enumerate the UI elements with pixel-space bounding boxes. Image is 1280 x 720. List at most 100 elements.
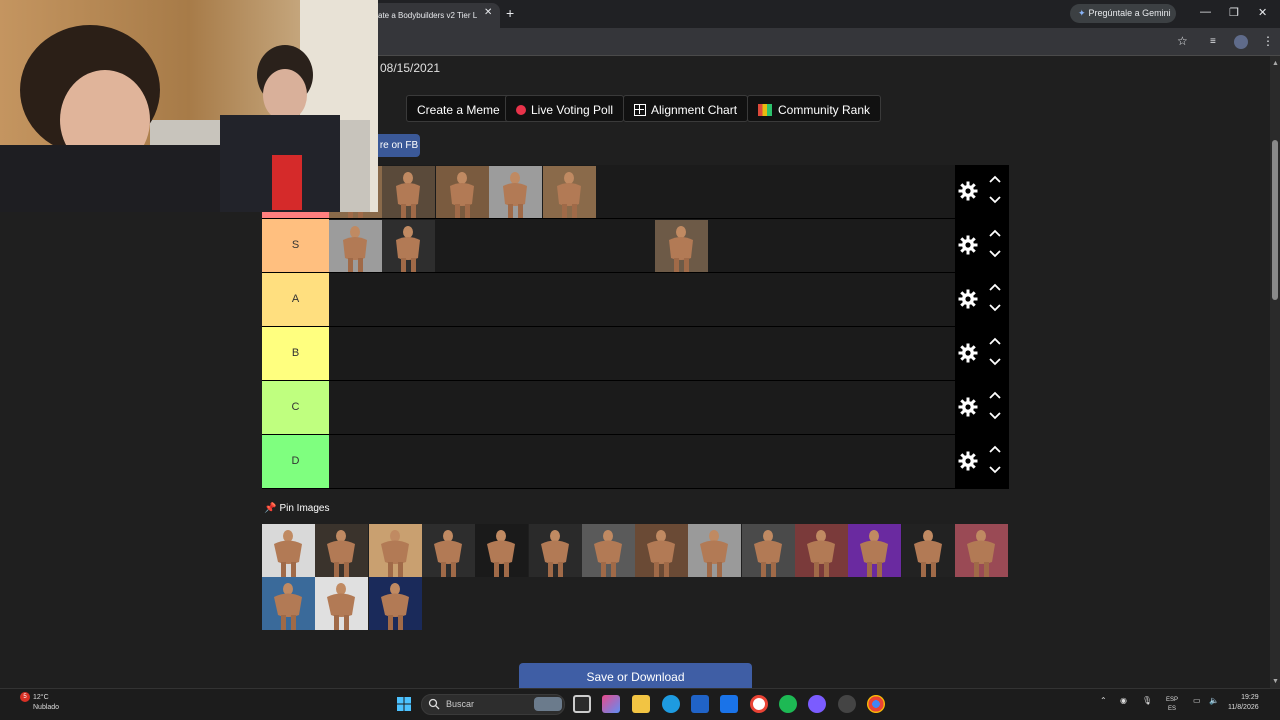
star-icon[interactable]: ☆ [1177, 34, 1188, 48]
widget-image-icon[interactable] [534, 697, 562, 711]
save-download-button[interactable]: Save or Download [519, 663, 752, 688]
task-view-icon[interactable] [573, 695, 591, 713]
tab-close-icon[interactable]: ✕ [484, 7, 492, 18]
mic-icon[interactable]: 🎙 [1142, 696, 1152, 705]
tier-drop-zone[interactable] [329, 381, 955, 434]
windows-start-icon[interactable] [397, 697, 411, 711]
display-icon[interactable]: ▭ [1193, 696, 1201, 705]
unranked-item-image[interactable] [421, 524, 475, 577]
tier-item-image[interactable] [543, 166, 596, 218]
tier-row: D [262, 435, 1009, 489]
scroll-up-icon[interactable]: ▲ [1272, 60, 1279, 67]
profile-avatar[interactable] [1234, 35, 1248, 49]
tier-label[interactable]: A [262, 273, 329, 326]
weather-widget[interactable]: 12°C Nublado [33, 693, 59, 713]
tray-chevron-icon[interactable]: ⌃ [1100, 696, 1107, 705]
gear-icon[interactable] [958, 289, 978, 309]
tier-drop-zone[interactable] [329, 435, 955, 488]
pin-images-toggle[interactable]: 📌 Pin Images [264, 503, 329, 514]
alignment-chart-label: Alignment Chart [651, 103, 738, 117]
tier-item-image[interactable] [382, 166, 435, 218]
chevron-up-icon[interactable] [989, 391, 1001, 399]
chevron-up-icon[interactable] [989, 175, 1001, 183]
chevron-up-icon[interactable] [989, 445, 1001, 453]
create-meme-label: Create a Meme [417, 103, 500, 117]
chevron-down-icon[interactable] [989, 412, 1001, 420]
unranked-item-image[interactable] [954, 524, 1008, 577]
gemini-button[interactable]: ✦ Pregúntale a Gemini [1070, 4, 1176, 23]
chevron-down-icon[interactable] [989, 466, 1001, 474]
live-voting-poll-button[interactable]: Live Voting Poll [505, 95, 625, 122]
copilot-icon[interactable] [602, 695, 620, 713]
unranked-item-image[interactable] [368, 577, 422, 630]
unranked-item-image[interactable] [795, 524, 848, 577]
app-dark-icon[interactable] [838, 695, 856, 713]
language-indicator[interactable]: ESP ES [1166, 696, 1178, 714]
google-icon[interactable] [750, 695, 768, 713]
file-explorer-icon[interactable] [632, 695, 650, 713]
restore-button[interactable]: ❐ [1229, 6, 1239, 19]
menu-kebab-icon[interactable]: ⋮ [1262, 34, 1274, 48]
tier-label[interactable]: D [262, 435, 329, 488]
tier-controls [955, 165, 1009, 219]
tier-item-image[interactable] [489, 166, 542, 218]
chevron-up-icon[interactable] [989, 229, 1001, 237]
unranked-item-image[interactable] [262, 577, 315, 630]
minimize-button[interactable]: — [1200, 6, 1211, 18]
scroll-down-icon[interactable]: ▼ [1272, 678, 1279, 685]
reading-list-icon[interactable]: ≡ [1210, 36, 1216, 47]
chevron-up-icon[interactable] [989, 283, 1001, 291]
unranked-item-image[interactable] [901, 524, 955, 577]
tier-drop-zone[interactable] [329, 273, 955, 326]
unranked-item-image[interactable] [635, 524, 689, 577]
scrollbar-thumb[interactable] [1272, 140, 1278, 300]
app-ring-icon[interactable] [808, 695, 826, 713]
chevron-down-icon[interactable] [989, 250, 1001, 258]
search-placeholder: Buscar [446, 699, 475, 709]
unranked-item-image[interactable] [262, 524, 315, 577]
tier-label[interactable]: C [262, 381, 329, 434]
unranked-item-image[interactable] [688, 524, 742, 577]
system-clock[interactable]: 19:29 11/8/2026 [1228, 693, 1259, 713]
unranked-item-image[interactable] [315, 577, 369, 630]
share-facebook-button[interactable]: re on FB [378, 134, 420, 157]
tier-item-image[interactable] [329, 220, 382, 272]
tier-label[interactable]: S [262, 219, 329, 272]
tier-drop-zone[interactable] [329, 327, 955, 380]
alignment-chart-button[interactable]: Alignment Chart [623, 95, 749, 122]
new-tab-button[interactable]: + [506, 5, 514, 21]
tab-title: ate a Bodybuilders v2 Tier L [378, 11, 478, 20]
create-meme-button[interactable]: Create a Meme [406, 95, 511, 122]
unranked-item-image[interactable] [475, 524, 529, 577]
unranked-item-image[interactable] [848, 524, 902, 577]
outlook-icon[interactable] [720, 695, 738, 713]
unranked-item-image[interactable] [741, 524, 795, 577]
chrome-icon[interactable] [867, 695, 885, 713]
gear-icon[interactable] [958, 451, 978, 471]
unranked-item-image[interactable] [368, 524, 422, 577]
tier-item-image[interactable] [655, 220, 708, 272]
chevron-up-icon[interactable] [989, 337, 1001, 345]
spotify-icon[interactable] [779, 695, 797, 713]
chevron-down-icon[interactable] [989, 358, 1001, 366]
unranked-item-image[interactable] [528, 524, 582, 577]
close-window-button[interactable]: ✕ [1258, 6, 1267, 19]
volume-icon[interactable]: 🔈 [1209, 696, 1219, 705]
store-icon[interactable] [691, 695, 709, 713]
tier-item-image[interactable] [436, 166, 489, 218]
gear-icon[interactable] [958, 397, 978, 417]
tray-app-icon[interactable]: ◉ [1120, 696, 1127, 705]
browser-tab-active[interactable]: ate a Bodybuilders v2 Tier L [372, 3, 500, 28]
unranked-item-image[interactable] [315, 524, 369, 577]
gear-icon[interactable] [958, 343, 978, 363]
chevron-down-icon[interactable] [989, 304, 1001, 312]
gear-icon[interactable] [958, 181, 978, 201]
chevron-down-icon[interactable] [989, 196, 1001, 204]
gear-icon[interactable] [958, 235, 978, 255]
record-dot-icon [516, 105, 526, 115]
unranked-item-image[interactable] [581, 524, 635, 577]
tier-label[interactable]: B [262, 327, 329, 380]
edge-icon[interactable] [662, 695, 680, 713]
tier-item-image[interactable] [382, 220, 435, 272]
community-rank-button[interactable]: Community Rank [747, 95, 882, 122]
